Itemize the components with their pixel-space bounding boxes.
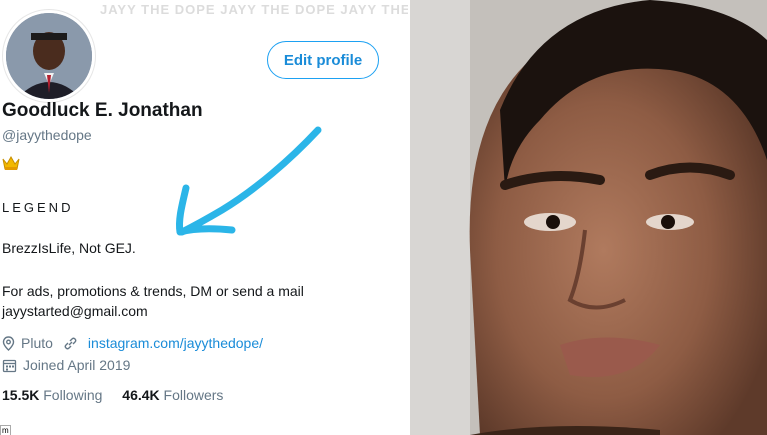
follow-stats: 15.5K Following 46.4K Followers xyxy=(2,387,239,403)
bio-line-1: BrezzIsLife, Not GEJ. xyxy=(2,240,136,256)
location-text: Pluto xyxy=(21,335,53,351)
username-handle: @jayythedope xyxy=(2,127,92,143)
following-stat[interactable]: 15.5K Following xyxy=(2,387,102,403)
edit-profile-button[interactable]: Edit profile xyxy=(267,41,379,79)
watermark-text: JAYY THE DOPE JAYY THE DOPE JAYY THE DOP… xyxy=(100,2,408,17)
profile-meta-joined: Joined April 2019 xyxy=(2,357,130,373)
crown-icon xyxy=(2,155,20,176)
bio-legend: LEGEND xyxy=(2,200,74,215)
corner-mark: m xyxy=(0,425,11,435)
joined-date: Joined April 2019 xyxy=(23,357,131,373)
display-name: Goodluck E. Jonathan xyxy=(2,100,203,121)
avatar-image xyxy=(6,13,92,99)
avatar[interactable] xyxy=(3,10,95,102)
followers-label: Followers xyxy=(163,387,224,403)
calendar-icon xyxy=(2,358,17,373)
link-icon xyxy=(63,336,78,351)
bio-line-2: For ads, promotions & trends, DM or send… xyxy=(2,283,304,299)
profile-card: JAYY THE DOPE JAYY THE DOPE JAYY THE DOP… xyxy=(0,0,408,435)
annotation-arrow xyxy=(176,126,322,236)
website-link[interactable]: instagram.com/jayythedope/ xyxy=(88,335,263,351)
portrait-photo xyxy=(410,0,767,435)
location-pin-icon xyxy=(2,335,15,351)
bio-line-3: jayystarted@gmail.com xyxy=(2,303,148,319)
portrait-image xyxy=(410,0,767,435)
following-count: 15.5K xyxy=(2,387,40,403)
following-label: Following xyxy=(43,387,103,403)
followers-count: 46.4K xyxy=(122,387,160,403)
followers-stat[interactable]: 46.4K Followers xyxy=(122,387,223,403)
profile-meta-location: Pluto instagram.com/jayythedope/ xyxy=(2,335,263,351)
